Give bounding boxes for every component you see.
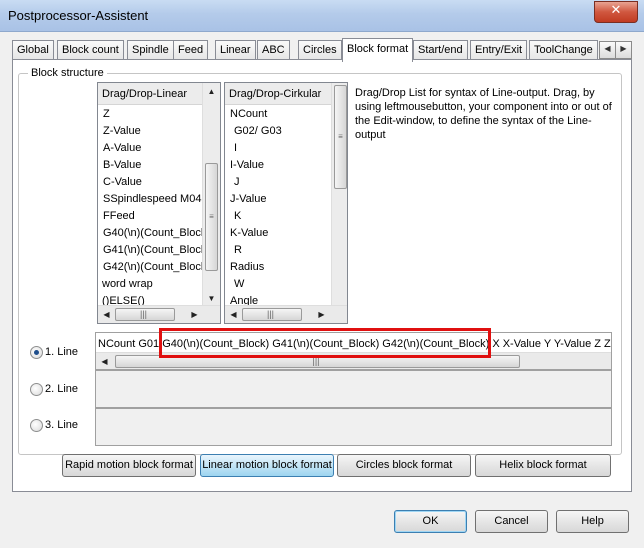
line-3-radio[interactable] xyxy=(30,419,43,432)
list-item[interactable]: K xyxy=(234,208,241,225)
tab-spindle[interactable]: Spindle xyxy=(127,40,174,61)
grip-icon: ≡ xyxy=(338,132,343,141)
list-item[interactable]: NCount xyxy=(230,106,267,123)
grip-icon: ||| xyxy=(140,309,148,319)
scroll-up-icon[interactable]: ▲ xyxy=(203,83,220,100)
cancel-button[interactable]: Cancel xyxy=(475,510,548,533)
linear-motion-format-button[interactable]: Linear motion block format xyxy=(200,454,334,477)
scroll-thumb[interactable]: ≡ xyxy=(205,163,218,271)
tab-start-end[interactable]: Start/end xyxy=(413,40,468,61)
drag-drop-circular-list[interactable]: Drag/Drop-Cirkular NCount G02/ G03 I I-V… xyxy=(224,82,348,324)
scroll-left-icon[interactable]: ◀ xyxy=(96,353,113,369)
circular-list-vscrollbar[interactable]: ≡ xyxy=(331,83,347,307)
line-3-edit[interactable] xyxy=(95,408,612,446)
scroll-right-icon[interactable]: ▶ xyxy=(313,306,330,323)
list-item[interactable]: SSpindlespeed M04.. xyxy=(103,191,208,208)
title-bar: Postprocessor-Assistent ✕ xyxy=(0,0,644,32)
tab-entry-exit[interactable]: Entry/Exit xyxy=(470,40,528,61)
line-3-label: 3. Line xyxy=(45,419,79,431)
list-item[interactable]: word wrap xyxy=(102,276,153,293)
circular-list-hscrollbar[interactable]: ◀ ||| ▶ xyxy=(225,305,347,323)
highlight-box xyxy=(159,328,491,358)
tab-scroll-left-icon[interactable]: ◀ xyxy=(599,41,616,59)
tab-toolchange[interactable]: ToolChange xyxy=(529,40,598,61)
line-2-edit[interactable] xyxy=(95,370,612,408)
tab-block-count[interactable]: Block count xyxy=(57,40,124,61)
list-item[interactable]: G02/ G03 xyxy=(234,123,282,140)
close-button[interactable]: ✕ xyxy=(594,1,638,23)
tab-scroll-right-icon[interactable]: ▶ xyxy=(615,41,632,59)
list-item[interactable]: B-Value xyxy=(103,157,141,174)
list-item[interactable]: J xyxy=(234,174,240,191)
helix-format-button[interactable]: Helix block format xyxy=(475,454,611,477)
block-structure-label: Block structure xyxy=(28,67,107,79)
help-button[interactable]: Help xyxy=(556,510,629,533)
drag-drop-description: Drag/Drop List for syntax of Line-output… xyxy=(355,87,612,141)
list-item[interactable]: R xyxy=(234,242,242,259)
grip-icon: ≡ xyxy=(209,212,214,221)
list-item[interactable]: A-Value xyxy=(103,140,141,157)
scroll-thumb[interactable]: ||| xyxy=(242,308,302,321)
tab-linear[interactable]: Linear xyxy=(215,40,256,61)
line-1-label: 1. Line xyxy=(45,346,79,358)
radio-selected-dot xyxy=(34,350,39,355)
circular-list-header: Drag/Drop-Cirkular xyxy=(225,83,347,105)
scroll-left-icon[interactable]: ◀ xyxy=(98,306,115,323)
list-item[interactable]: J-Value xyxy=(230,191,266,208)
tab-circles[interactable]: Circles xyxy=(298,40,342,61)
list-item[interactable]: Z-Value xyxy=(103,123,141,140)
scroll-thumb[interactable]: ||| xyxy=(115,308,175,321)
line-2-label: 2. Line xyxy=(45,383,79,395)
tab-abc[interactable]: ABC xyxy=(257,40,290,61)
linear-list-hscrollbar[interactable]: ◀ ||| ▶ xyxy=(98,305,220,323)
tab-block-format[interactable]: Block format xyxy=(342,38,414,62)
tab-feed[interactable]: Feed xyxy=(173,40,209,61)
linear-list-vscrollbar[interactable]: ▲ ≡ ▼ xyxy=(202,83,220,307)
scroll-thumb[interactable]: ≡ xyxy=(334,85,347,189)
line-2-radio[interactable] xyxy=(30,383,43,396)
list-item[interactable]: W xyxy=(234,276,244,293)
line-1-radio[interactable] xyxy=(30,346,43,359)
tab-global[interactable]: Global xyxy=(12,40,54,61)
list-item[interactable]: G40(\n)(Count_Block) xyxy=(103,225,210,242)
list-item[interactable]: G41(\n)(Count_Block) xyxy=(103,242,210,259)
grip-icon: ||| xyxy=(267,309,275,319)
scroll-right-icon[interactable]: ▶ xyxy=(186,306,203,323)
tab-bar: Global Block count Spindle Feed Linear A… xyxy=(12,38,632,62)
list-item[interactable]: I-Value xyxy=(230,157,264,174)
list-item[interactable]: C-Value xyxy=(103,174,142,191)
list-item[interactable]: Radius xyxy=(230,259,264,276)
list-item[interactable]: Z xyxy=(103,106,110,123)
list-item[interactable]: I xyxy=(234,140,237,157)
rapid-motion-format-button[interactable]: Rapid motion block format xyxy=(62,454,196,477)
scroll-left-icon[interactable]: ◀ xyxy=(225,306,242,323)
drag-drop-linear-list[interactable]: Drag/Drop-Linear Z Z-Value A-Value B-Val… xyxy=(97,82,221,324)
list-item[interactable]: K-Value xyxy=(230,225,268,242)
list-item[interactable]: G42(\n)(Count_Block) xyxy=(103,259,210,276)
window-title: Postprocessor-Assistent xyxy=(8,8,149,23)
list-item[interactable]: FFeed xyxy=(103,208,135,225)
ok-button[interactable]: OK xyxy=(394,510,467,533)
circles-format-button[interactable]: Circles block format xyxy=(337,454,471,477)
